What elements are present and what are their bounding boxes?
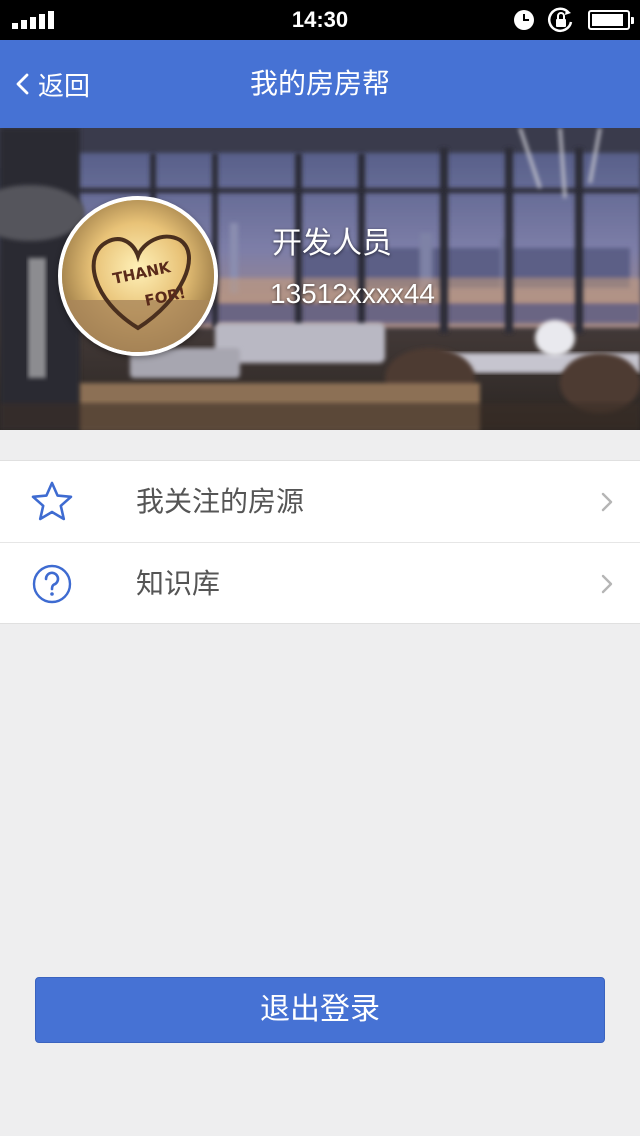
menu-item-label: 我关注的房源 <box>136 485 305 518</box>
battery-icon <box>588 10 634 30</box>
status-icons <box>514 7 634 33</box>
avatar[interactable]: THANK FOR! <box>58 196 218 356</box>
menu-list: 我关注的房源 知识库 <box>0 460 640 624</box>
menu-item-knowledge-base[interactable]: 知识库 <box>0 542 640 623</box>
battery-level <box>592 14 623 26</box>
chevron-left-icon <box>16 73 29 95</box>
nav-bar: 返回 我的房房帮 <box>0 40 640 128</box>
user-phone: 13512xxxx44 <box>270 278 436 309</box>
chevron-right-icon <box>601 492 613 512</box>
back-button[interactable]: 返回 <box>14 62 90 106</box>
user-name: 开发人员 <box>272 226 392 261</box>
page-title: 我的房房帮 <box>249 67 390 100</box>
question-circle-icon <box>32 564 72 604</box>
avatar-image: THANK FOR! <box>62 200 214 352</box>
logout-button[interactable]: 退出登录 <box>35 977 605 1043</box>
status-bar: 14:30 <box>0 0 640 40</box>
star-icon <box>31 481 73 521</box>
back-label: 返回 <box>38 71 91 102</box>
rotation-lock-icon <box>547 7 573 32</box>
menu-item-label: 知识库 <box>136 567 221 600</box>
profile-header: THANK FOR! 开发人员 13512xxxx44 <box>0 128 640 430</box>
alarm-clock-icon <box>514 10 534 30</box>
menu-item-favorite-listings[interactable]: 我关注的房源 <box>0 461 640 542</box>
chevron-right-icon <box>601 574 613 594</box>
